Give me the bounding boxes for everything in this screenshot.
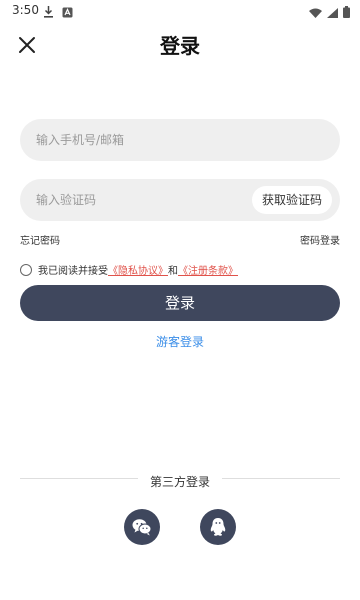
qq-icon bbox=[210, 518, 226, 536]
wifi-icon bbox=[309, 3, 322, 22]
agreement-prefix: 我已阅读并接受 bbox=[38, 266, 108, 277]
code-input-wrapper: 获取验证码 bbox=[20, 179, 340, 221]
third-party-title-wrapper: 第三方登录 bbox=[0, 471, 360, 490]
get-code-button[interactable]: 获取验证码 bbox=[251, 186, 332, 214]
page-title: 登录 bbox=[160, 34, 200, 58]
agreement-row: 我已阅读并接受 《隐私协议》 和 《注册条款》 bbox=[20, 262, 238, 277]
terms-link[interactable]: 《注册条款》 bbox=[178, 262, 238, 277]
account-input[interactable] bbox=[20, 119, 256, 161]
cellular-icon bbox=[327, 3, 338, 22]
agreement-and: 和 bbox=[168, 266, 178, 277]
notification-icon bbox=[62, 3, 73, 22]
download-icon bbox=[43, 3, 54, 22]
status-left-icons bbox=[43, 3, 73, 22]
status-right-icons bbox=[309, 3, 350, 22]
status-bar: 3:50 bbox=[0, 0, 360, 20]
wechat-login-button[interactable] bbox=[124, 509, 160, 545]
guest-login-link[interactable]: 游客登录 bbox=[0, 333, 360, 350]
battery-icon bbox=[343, 3, 350, 22]
code-input[interactable] bbox=[20, 179, 256, 221]
login-button[interactable]: 登录 bbox=[20, 285, 340, 321]
qq-login-button[interactable] bbox=[200, 509, 236, 545]
privacy-policy-link[interactable]: 《隐私协议》 bbox=[108, 262, 168, 277]
wechat-icon bbox=[132, 519, 152, 536]
third-party-title: 第三方登录 bbox=[137, 475, 222, 489]
password-login-link[interactable]: 密码登录 bbox=[300, 232, 340, 247]
agreement-checkbox[interactable] bbox=[20, 263, 32, 276]
status-time: 3:50 bbox=[12, 3, 39, 17]
account-input-wrapper bbox=[20, 119, 340, 161]
forgot-password-link[interactable]: 忘记密码 bbox=[20, 232, 60, 247]
